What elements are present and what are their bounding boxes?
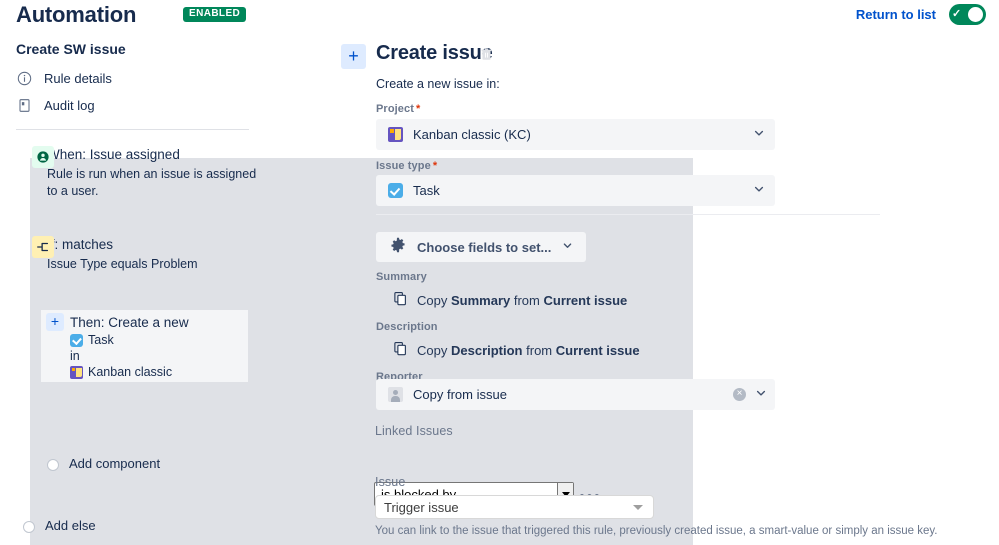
dropdown-arrow-icon xyxy=(633,504,643,510)
project-field-label: Project * xyxy=(376,103,421,115)
linked-issues-field-label: Linked Issues xyxy=(375,424,453,438)
return-to-list-link[interactable]: Return to list xyxy=(856,7,936,22)
choose-fields-button[interactable]: Choose fields to set... xyxy=(376,232,587,262)
sidebar-divider xyxy=(16,129,249,130)
rule-enabled-toggle[interactable]: ✓ xyxy=(949,4,986,25)
check-icon: ✓ xyxy=(952,8,962,20)
kanban-project-avatar xyxy=(388,127,403,142)
node-description: Rule is run when an issue is assigned to… xyxy=(47,167,257,198)
rule-node-then-body: Then: Create a new Task in Kanban classi… xyxy=(70,314,245,381)
rule-node-when[interactable]: When: Issue assigned Rule is run when an… xyxy=(32,146,257,200)
node-issue-type-label: Task xyxy=(88,333,114,347)
automation-rule-editor: Automation ENABLED Return to list ✓ Crea… xyxy=(0,0,999,545)
project-select-value: Kanban classic (KC) xyxy=(413,127,531,142)
chevron-down-icon xyxy=(753,127,765,142)
issue-field-label: Issue xyxy=(375,475,406,489)
add-else-button[interactable]: Add else xyxy=(23,518,96,533)
node-project-label: Kanban classic xyxy=(88,365,173,379)
section-divider xyxy=(376,214,880,215)
sidebar-item-audit-log[interactable]: Audit log xyxy=(16,97,95,113)
copy-icon xyxy=(393,341,408,359)
node-title: If: matches xyxy=(47,237,114,252)
chevron-down-icon xyxy=(753,183,765,198)
issue-type-select[interactable]: Task xyxy=(376,175,775,206)
branch-condition-icon xyxy=(32,236,54,258)
project-select[interactable]: Kanban classic (KC) xyxy=(376,119,775,150)
issue-select-value: Trigger issue xyxy=(384,499,459,515)
sidebar-item-label: Rule details xyxy=(44,70,112,86)
reporter-select-value: Copy from issue xyxy=(413,387,507,402)
status-badge: ENABLED xyxy=(183,7,247,22)
rule-name: Create SW issue xyxy=(16,41,126,57)
issue-type-select-value: Task xyxy=(413,183,440,198)
node-title: Then: Create a new xyxy=(70,315,189,330)
action-lead-text: Create a new issue in: xyxy=(376,77,500,91)
issue-helper-text: You can link to the issue that triggered… xyxy=(375,525,938,537)
kanban-project-avatar xyxy=(70,366,83,379)
copy-icon xyxy=(393,291,408,309)
reporter-select[interactable]: Copy from issue × xyxy=(376,379,775,410)
action-title: Create issue xyxy=(376,42,493,64)
task-type-icon xyxy=(388,183,403,198)
node-issue-type: Task xyxy=(70,332,245,349)
person-trigger-icon xyxy=(32,146,54,168)
description-field-label: Description xyxy=(376,321,438,333)
node-connector-word: in xyxy=(70,349,80,363)
circle-dot-icon xyxy=(23,521,35,533)
description-smart-value-text: Copy Description from Current issue xyxy=(417,342,640,358)
choose-fields-label: Choose fields to set... xyxy=(417,239,552,255)
node-description: Issue Type equals Problem xyxy=(47,257,198,271)
task-type-icon xyxy=(70,334,83,347)
description-smart-value[interactable]: Copy Description from Current issue xyxy=(393,341,640,359)
summary-smart-value-text: Copy Summary from Current issue xyxy=(417,292,628,308)
sidebar-item-rule-details[interactable]: Rule details xyxy=(16,70,112,86)
page-title: Automation xyxy=(16,2,137,27)
info-icon xyxy=(16,70,32,86)
user-avatar-icon xyxy=(388,387,403,402)
add-component-button[interactable]: Add component xyxy=(47,456,160,471)
summary-field-label: Summary xyxy=(376,271,427,283)
clear-icon[interactable]: × xyxy=(733,388,746,401)
toggle-knob xyxy=(968,7,983,22)
node-project: Kanban classic xyxy=(70,364,245,381)
chevron-down-icon xyxy=(562,240,573,254)
chevron-down-icon xyxy=(755,387,767,402)
add-else-label: Add else xyxy=(45,518,96,533)
add-component-label: Add component xyxy=(69,456,161,471)
circle-dot-icon xyxy=(47,459,59,471)
issue-select[interactable]: Trigger issue xyxy=(375,495,654,519)
sidebar-item-label: Audit log xyxy=(44,97,95,113)
rule-node-if[interactable]: If: matches Issue Type equals Problem xyxy=(32,236,257,273)
trash-icon[interactable] xyxy=(480,47,493,66)
required-asterisk: * xyxy=(416,103,421,115)
audit-log-icon xyxy=(16,97,32,113)
issue-type-field-label: Issue type * xyxy=(376,160,438,172)
action-detail-panel: + Create issue Create a new issue in: Pr… xyxy=(336,38,999,545)
required-asterisk: * xyxy=(432,160,438,172)
gear-icon xyxy=(390,237,406,258)
node-title: When: Issue assigned xyxy=(47,147,180,162)
add-action-button[interactable]: + xyxy=(46,313,64,331)
add-action-button-main[interactable]: + xyxy=(341,44,366,69)
summary-smart-value[interactable]: Copy Summary from Current issue xyxy=(393,291,627,309)
rule-sidebar: Create SW issue Rule details Audit log W… xyxy=(0,38,693,545)
